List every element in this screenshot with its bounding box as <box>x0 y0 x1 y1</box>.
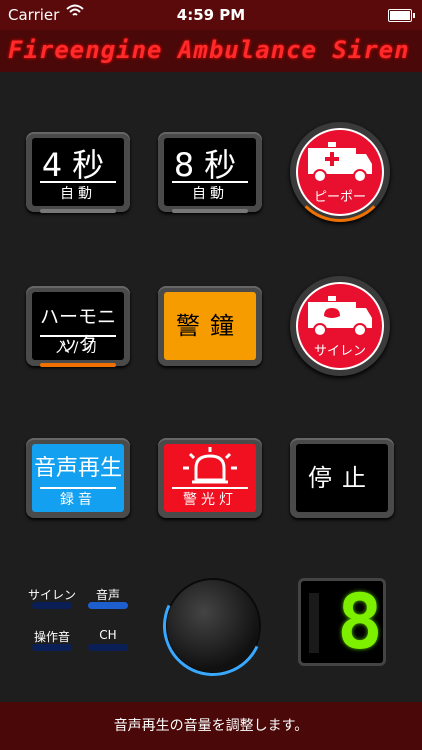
button-label: 警鐘 <box>176 312 244 340</box>
battery-icon <box>388 9 415 22</box>
siren-button[interactable]: サイレン <box>290 276 390 376</box>
alarm-bell-button[interactable]: 警鐘 <box>158 286 262 366</box>
button-sublabel: 警光灯 <box>183 492 237 508</box>
footer-message: 音声再生の音量を調整します。 <box>0 702 422 750</box>
voice-mode-led[interactable] <box>88 602 128 609</box>
siren-mode-led[interactable] <box>32 602 72 609</box>
harmonic-toggle-button[interactable]: ハーモニック 入/切 <box>26 286 130 367</box>
stop-button[interactable]: 停止 <box>290 438 394 518</box>
status-bar: Carrier 4:59 PM <box>0 0 422 30</box>
button-sublabel: 自動 <box>60 186 96 202</box>
status-led <box>40 209 116 213</box>
button-sublabel: 録音 <box>60 492 96 508</box>
op-sound-mode-label: 操作音 <box>33 630 70 644</box>
button-label: 音声再生 <box>33 456 122 481</box>
app-title: Fireengine Ambulance Siren <box>8 36 410 64</box>
title-bar: Fireengine Ambulance Siren <box>0 30 422 73</box>
status-time: 4:59 PM <box>176 6 246 24</box>
button-label: 停止 <box>308 464 376 492</box>
status-led <box>40 363 116 367</box>
op-sound-mode-led[interactable] <box>32 644 72 651</box>
button-label: 4秒 <box>41 146 115 184</box>
volume-knob[interactable] <box>148 561 278 691</box>
siren-label: サイレン <box>313 344 366 359</box>
button-label: 8秒 <box>173 146 247 184</box>
button-sublabel: 入/切 <box>55 340 101 356</box>
ambulance-icon <box>308 142 372 183</box>
status-led <box>172 209 248 213</box>
eight-sec-auto-button[interactable]: 8秒 自動 <box>158 132 262 213</box>
pipo-siren-button[interactable]: ピーポー <box>290 122 390 222</box>
four-sec-auto-button[interactable]: 4秒 自動 <box>26 132 130 213</box>
ch-mode-label: CH <box>99 628 117 642</box>
siren-ambulance-icon <box>308 296 372 337</box>
seven-segment-display: 8 <box>298 578 386 666</box>
pipo-label: ピーポー <box>313 190 366 205</box>
ch-mode-led[interactable] <box>88 644 128 651</box>
warning-light-button[interactable]: 警光灯 <box>158 438 262 518</box>
display-digit: 8 <box>337 577 383 666</box>
button-sublabel: 自動 <box>192 186 228 202</box>
voice-mode-label: 音声 <box>95 588 120 602</box>
beacon-icon <box>183 447 237 484</box>
voice-play-button[interactable]: 音声再生 録音 <box>26 438 130 518</box>
siren-mode-label: サイレン <box>27 588 76 602</box>
